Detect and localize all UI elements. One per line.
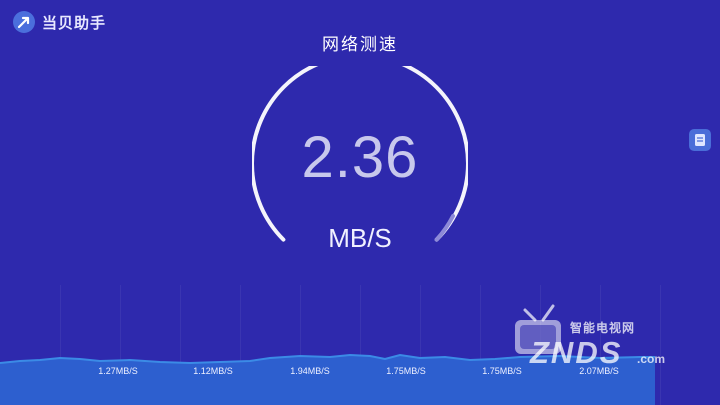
- speed-value: 2.36: [301, 125, 419, 190]
- throughput-label-4: 1.75MB/S: [386, 366, 426, 376]
- page-title: 网络测速: [322, 35, 398, 54]
- throughput-label-2: 1.12MB/S: [193, 366, 233, 376]
- throughput-label-3: 1.94MB/S: [290, 366, 330, 376]
- watermark-subtitle: 智能电视网: [570, 321, 636, 335]
- watermark-title: ZNDS: [530, 335, 623, 370]
- watermark-domain: .com: [637, 352, 666, 366]
- side-panel-button[interactable]: [689, 129, 711, 151]
- speed-unit: MB/S: [328, 223, 392, 253]
- throughput-label-1: 1.27MB/S: [98, 366, 138, 376]
- document-icon: [695, 134, 705, 146]
